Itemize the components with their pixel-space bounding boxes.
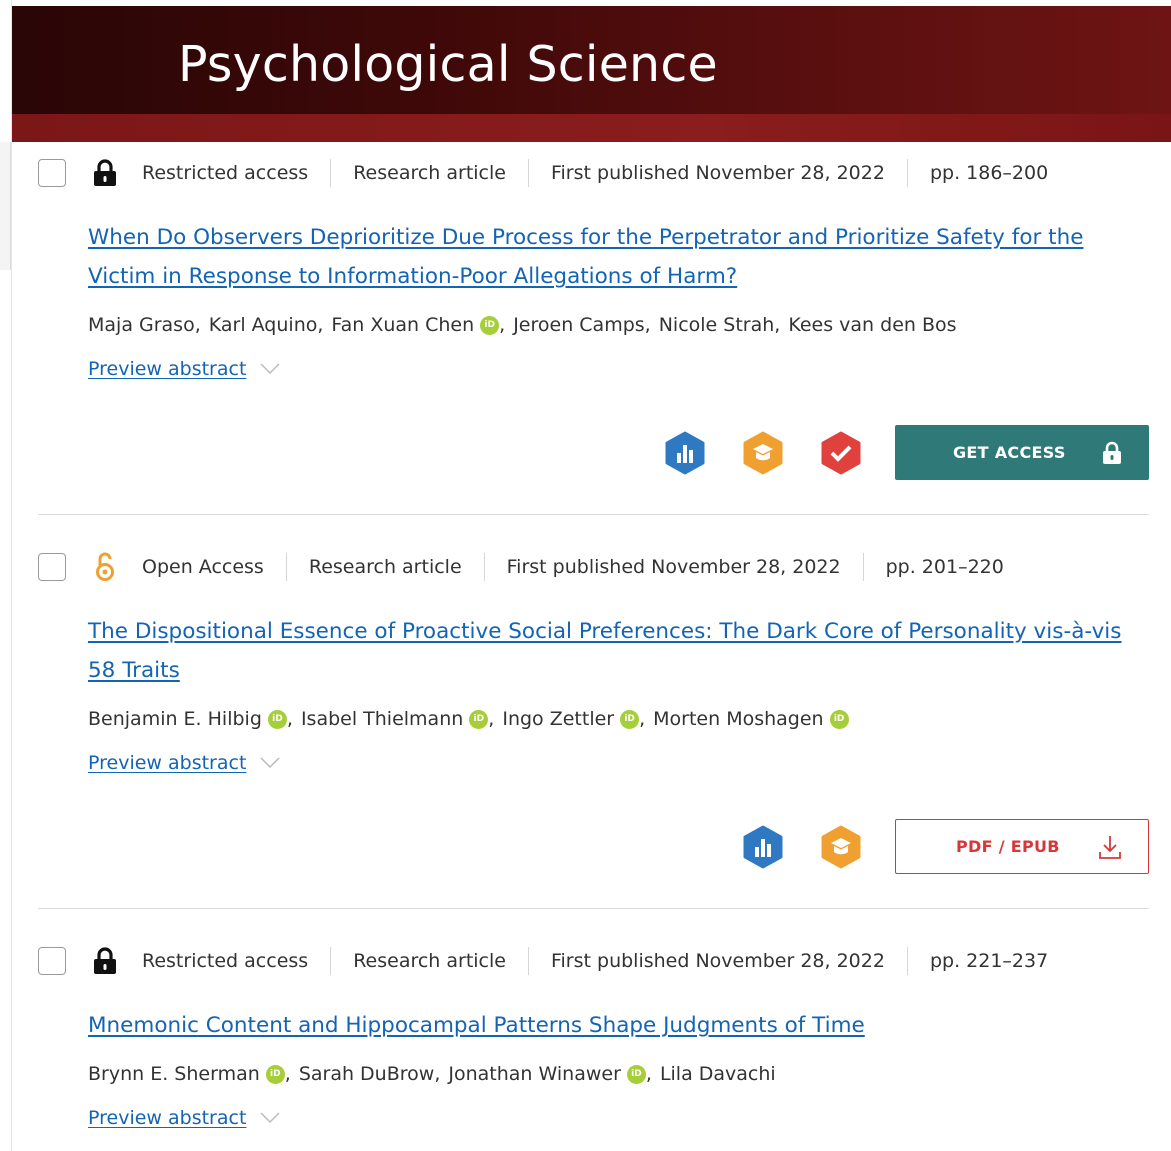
article-meta: Restricted access Research article First…: [38, 945, 1070, 977]
article-actions: PDF / EPUB: [741, 819, 1149, 874]
author-link[interactable]: Brynn E. Sherman iD: [88, 1063, 285, 1085]
article-card: Restricted access Research article First…: [12, 157, 1171, 514]
author-link[interactable]: Ingo Zettler iD: [502, 708, 640, 730]
chevron-down-icon: [260, 363, 280, 375]
author-link[interactable]: Lila Davachi: [660, 1063, 776, 1085]
orcid-icon[interactable]: iD: [620, 709, 640, 729]
article-divider: [38, 908, 1149, 909]
preview-abstract-toggle[interactable]: Preview abstract: [88, 358, 280, 380]
author-link[interactable]: Jonathan Winawer iD: [448, 1063, 646, 1085]
journal-title: Psychological Science: [178, 36, 718, 93]
access-label: Restricted access: [142, 162, 309, 184]
left-rail-tab: [0, 142, 11, 270]
open-access-icon: [90, 552, 120, 582]
select-article-checkbox[interactable]: [38, 553, 66, 581]
author-link[interactable]: Benjamin E. Hilbig iD: [88, 708, 287, 730]
orcid-icon[interactable]: iD: [829, 709, 849, 729]
preview-abstract-link[interactable]: Preview abstract: [88, 752, 246, 774]
publish-date: First published November 28, 2022: [527, 947, 907, 975]
get-access-label: GET ACCESS: [953, 443, 1066, 462]
article-type: Research article: [330, 947, 528, 975]
author-list: Maja Graso, Karl Aquino, Fan Xuan Chen iD…: [88, 314, 957, 336]
access-label: Restricted access: [142, 950, 309, 972]
article-divider: [38, 514, 1149, 515]
article-title-link[interactable]: The Dispositional Essence of Proactive S…: [88, 612, 1148, 690]
article-meta: Open Access Research article First publi…: [38, 551, 1026, 583]
article-card: Open Access Research article First publi…: [12, 551, 1171, 908]
lock-icon: [90, 158, 120, 188]
article-title-link[interactable]: Mnemonic Content and Hippocampal Pattern…: [88, 1006, 1148, 1045]
preview-abstract-toggle[interactable]: Preview abstract: [88, 1107, 280, 1129]
author-link[interactable]: Morten Moshagen iD: [653, 708, 849, 730]
preview-abstract-toggle[interactable]: Preview abstract: [88, 752, 280, 774]
orcid-icon[interactable]: iD: [267, 709, 287, 729]
article-type: Research article: [330, 159, 528, 187]
left-rail: [0, 0, 12, 1151]
author-link[interactable]: Isabel Thielmann iD: [301, 708, 489, 730]
cite-icon[interactable]: [741, 431, 785, 475]
article-meta: Restricted access Research article First…: [38, 157, 1070, 189]
author-link[interactable]: Nicole Strah: [659, 314, 775, 336]
article-actions: GET ACCESS: [663, 425, 1149, 480]
author-link[interactable]: Karl Aquino: [209, 314, 318, 336]
access-label: Open Access: [142, 556, 264, 578]
preview-abstract-link[interactable]: Preview abstract: [88, 1107, 246, 1129]
pdf-epub-label: PDF / EPUB: [956, 837, 1060, 856]
lock-icon: [90, 946, 120, 976]
author-link[interactable]: Fan Xuan Chen iD: [331, 314, 500, 336]
orcid-icon[interactable]: iD: [626, 1064, 646, 1084]
page-range: pp. 186–200: [906, 159, 1070, 187]
metrics-icon[interactable]: [741, 825, 785, 869]
lock-icon: [1103, 441, 1121, 464]
article-type: Research article: [285, 553, 484, 581]
author-list: Brynn E. Sherman iD, Sarah DuBrow, Jonath…: [88, 1063, 776, 1085]
author-link[interactable]: Kees van den Bos: [788, 314, 956, 336]
orcid-icon[interactable]: iD: [469, 709, 489, 729]
author-link[interactable]: Jeroen Camps: [513, 314, 644, 336]
article-title-link[interactable]: When Do Observers Deprioritize Due Proce…: [88, 218, 1148, 296]
orcid-icon[interactable]: iD: [480, 315, 500, 335]
author-link[interactable]: Sarah DuBrow: [299, 1063, 435, 1085]
preview-abstract-link[interactable]: Preview abstract: [88, 358, 246, 380]
check-icon[interactable]: [819, 431, 863, 475]
publish-date: First published November 28, 2022: [527, 159, 907, 187]
chevron-down-icon: [260, 757, 280, 769]
author-list: Benjamin E. Hilbig iD, Isabel Thielmann iD…: [88, 708, 849, 730]
page-range: pp. 201–220: [862, 553, 1026, 581]
download-icon: [1099, 835, 1121, 859]
select-article-checkbox[interactable]: [38, 947, 66, 975]
cite-icon[interactable]: [819, 825, 863, 869]
journal-header: Psychological Science: [12, 6, 1171, 142]
get-access-button[interactable]: GET ACCESS: [895, 425, 1149, 480]
page-range: pp. 221–237: [906, 947, 1070, 975]
article-card: Restricted access Research article First…: [12, 945, 1171, 1151]
publish-date: First published November 28, 2022: [483, 553, 863, 581]
header-stripe: [12, 114, 1171, 142]
orcid-icon[interactable]: iD: [265, 1064, 285, 1084]
chevron-down-icon: [260, 1112, 280, 1124]
select-article-checkbox[interactable]: [38, 159, 66, 187]
metrics-icon[interactable]: [663, 431, 707, 475]
pdf-epub-button[interactable]: PDF / EPUB: [895, 819, 1149, 874]
author-link[interactable]: Maja Graso: [88, 314, 195, 336]
